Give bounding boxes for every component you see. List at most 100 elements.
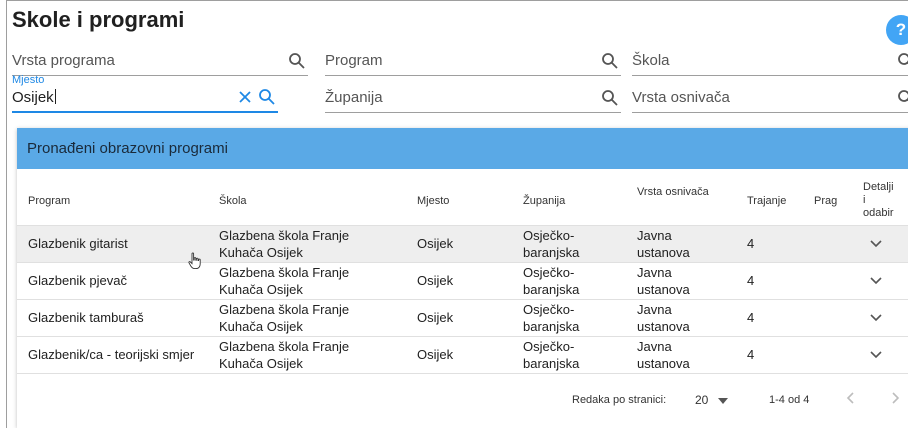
skola-field[interactable]: Škola <box>632 46 908 76</box>
cell-vrsta-line: Javna <box>637 227 672 243</box>
column-header-detalji-line: Detalji <box>863 181 894 194</box>
page-title: Skole i programi <box>12 7 185 32</box>
chevron-right-icon[interactable] <box>890 391 900 408</box>
cell-vrsta-line: ustanova <box>637 281 690 297</box>
hand-pointer-icon <box>188 252 202 275</box>
cell-skola-line: Glazbena škola Franje <box>219 227 350 243</box>
cell-zupanija: Osječko-baranjska <box>523 224 637 262</box>
search-icon[interactable] <box>288 52 306 70</box>
cell-skola-line: Kuhača Osijek <box>219 318 303 334</box>
column-header-mjesto[interactable]: Mjesto <box>417 177 523 225</box>
cell-zupanija: Osječko-baranjska <box>523 298 637 336</box>
zupanija-field[interactable]: Županija <box>325 83 621 113</box>
search-icon[interactable] <box>601 52 619 70</box>
cell-zupanija-line: Osječko- <box>523 264 575 280</box>
rows-per-page-label: Redaka po stranici: <box>572 394 667 406</box>
app-frame: Skole i programi Vrsta programa Program … <box>6 0 908 428</box>
cell-vrsta-osnivaca: Javna ustanova <box>637 261 747 299</box>
cell-prag <box>814 298 863 336</box>
skola-placeholder: Škola <box>632 52 670 69</box>
table-row[interactable]: Glazbenik gitarist Glazbena škola Franje… <box>17 224 908 262</box>
cell-vrsta-line: ustanova <box>637 244 690 260</box>
vrsta-programa-placeholder: Vrsta programa <box>12 52 115 69</box>
cell-vrsta-line: ustanova <box>637 355 690 371</box>
mjesto-input[interactable]: Osijek <box>12 89 54 106</box>
table-row[interactable]: Glazbenik/ca - teorijski smjer Glazbena … <box>17 335 908 374</box>
cell-zupanija-line: Osječko- <box>523 301 575 317</box>
rows-per-page-select[interactable]: 20 <box>695 393 729 407</box>
cell-trajanje: 4 <box>747 261 814 299</box>
vrsta-osnivaca-field[interactable]: Vrsta osnivača <box>632 83 908 113</box>
chevron-down-icon[interactable] <box>863 313 908 323</box>
vrsta-programa-field[interactable]: Vrsta programa <box>12 46 308 76</box>
column-header-detalji-line: i <box>863 194 866 207</box>
cell-skola: Glazbena škola Franje Kuhača Osijek <box>219 224 417 262</box>
rows-per-page-value: 20 <box>695 393 709 407</box>
cell-zupanija-line: baranjska <box>523 244 580 260</box>
cell-vrsta-osnivaca: Javna ustanova <box>637 335 747 374</box>
chevron-down-icon[interactable] <box>863 276 908 286</box>
column-header-skola[interactable]: Škola <box>219 177 417 225</box>
cell-mjesto: Osijek <box>417 224 523 262</box>
cell-trajanje: 4 <box>747 224 814 262</box>
cell-vrsta-line: Javna <box>637 301 672 317</box>
search-icon[interactable] <box>601 89 619 107</box>
zupanija-placeholder: Županija <box>325 89 383 106</box>
cell-prag <box>814 335 863 374</box>
cell-skola: Glazbena škola Franje Kuhača Osijek <box>219 335 417 374</box>
chevron-left-icon[interactable] <box>846 391 856 408</box>
search-icon[interactable] <box>897 52 908 70</box>
mjesto-field[interactable]: Mjesto Osijek <box>12 74 278 113</box>
cell-zupanija: Osječko-baranjska <box>523 261 637 299</box>
cell-vrsta-line: Javna <box>637 338 672 354</box>
cell-vrsta-osnivaca: Javna ustanova <box>637 224 747 262</box>
column-header-detalji: Detalji i odabir <box>863 177 908 225</box>
column-header-zupanija[interactable]: Županija <box>523 177 637 225</box>
program-field[interactable]: Program <box>325 46 621 76</box>
search-icon[interactable] <box>258 88 276 106</box>
cell-zupanija-line: baranjska <box>523 318 580 334</box>
cell-detalji <box>863 335 908 374</box>
cell-mjesto: Osijek <box>417 261 523 299</box>
results-header: Pronađeni obrazovni programi <box>17 128 908 169</box>
cell-detalji <box>863 261 908 299</box>
cell-zupanija-line: baranjska <box>523 281 580 297</box>
cell-skola-line: Glazbena škola Franje <box>219 264 350 280</box>
help-button[interactable]: ? <box>886 15 908 45</box>
table-row[interactable]: Glazbenik tamburaš Glazbena škola Franje… <box>17 298 908 336</box>
cell-zupanija: Osječko-baranjska <box>523 335 637 374</box>
cell-zupanija-line: baranjska <box>523 355 580 371</box>
mjesto-label: Mjesto <box>12 74 45 86</box>
table-row[interactable]: Glazbenik pjevač Glazbena škola Franje Ku… <box>17 261 908 299</box>
chevron-down-icon[interactable] <box>863 350 908 360</box>
cell-skola: Glazbena škola Franje Kuhača Osijek <box>219 261 417 299</box>
chevron-down-icon[interactable] <box>863 239 908 249</box>
cell-skola-line: Glazbena škola Franje <box>219 338 350 354</box>
results-card: Pronađeni obrazovni programi Program Ško… <box>17 128 908 428</box>
vrsta-osnivaca-placeholder: Vrsta osnivača <box>632 89 730 106</box>
column-header-trajanje[interactable]: Trajanje <box>747 177 814 225</box>
results-table: Program Škola Mjesto Županija Vrsta osni… <box>17 177 908 374</box>
cell-detalji <box>863 224 908 262</box>
page-range: 1-4 od 4 <box>769 394 810 406</box>
cell-program: Glazbenik tamburaš <box>17 298 219 336</box>
program-placeholder: Program <box>325 52 383 69</box>
cell-trajanje: 4 <box>747 298 814 336</box>
table-header-row: Program Škola Mjesto Županija Vrsta osni… <box>17 177 908 225</box>
column-header-program[interactable]: Program <box>17 177 219 225</box>
column-header-vrsta-osnivaca[interactable]: Vrsta osnivača <box>637 177 747 225</box>
cell-skola: Glazbena škola Franje Kuhača Osijek <box>219 298 417 336</box>
cell-skola-line: Kuhača Osijek <box>219 281 303 297</box>
cell-zupanija-line: Osječko- <box>523 227 575 243</box>
search-icon[interactable] <box>897 89 908 107</box>
cell-skola-line: Kuhača Osijek <box>219 244 303 260</box>
cell-prag <box>814 224 863 262</box>
cell-prag <box>814 261 863 299</box>
cell-skola-line: Glazbena škola Franje <box>219 301 350 317</box>
cell-skola-line: Kuhača Osijek <box>219 355 303 371</box>
cell-mjesto: Osijek <box>417 298 523 336</box>
cell-program: Glazbenik/ca - teorijski smjer <box>17 335 219 374</box>
close-icon[interactable] <box>238 90 252 104</box>
column-header-prag[interactable]: Prag <box>814 177 863 225</box>
cell-trajanje: 4 <box>747 335 814 374</box>
